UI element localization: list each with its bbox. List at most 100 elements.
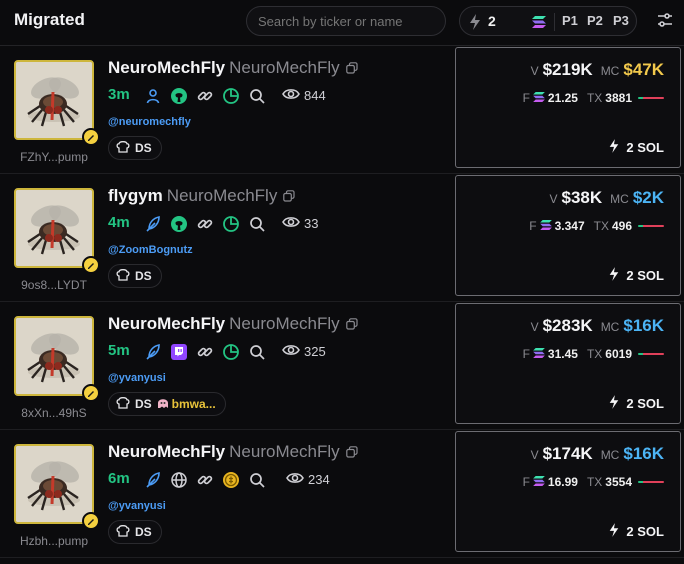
- copy-icon[interactable]: [283, 187, 295, 207]
- twitch-icon[interactable]: [170, 343, 188, 361]
- token-name-line: flygym NeuroMechFly: [108, 186, 295, 207]
- dex-tag[interactable]: DS bmwa...: [108, 392, 226, 416]
- ghost-icon: [157, 397, 169, 412]
- dex-tag[interactable]: DS: [108, 520, 162, 544]
- fees-tx-line: F 21.25 TX 3881: [517, 91, 664, 105]
- volume-value: $219K: [542, 60, 593, 79]
- preset-p2-button[interactable]: P2: [587, 13, 603, 28]
- solana-icon: [532, 15, 546, 33]
- twitter-handle[interactable]: @yvanyusi: [108, 372, 166, 384]
- quick-buy-button[interactable]: 2 SOL: [608, 138, 664, 157]
- feather-icon[interactable]: [144, 215, 162, 233]
- preset-p1-button[interactable]: P1: [562, 13, 578, 28]
- token-address[interactable]: Hzbh...pump: [0, 534, 108, 548]
- bolt-icon: [608, 522, 620, 541]
- views-count: 325: [304, 344, 326, 359]
- token-subname: NeuroMechFly: [229, 314, 340, 333]
- tx-label: TX: [586, 91, 603, 105]
- quick-buy-button[interactable]: 2 SOL: [608, 394, 664, 413]
- mc-label: MC: [600, 448, 620, 462]
- twitter-handle[interactable]: @ZoomBognutz: [108, 244, 193, 256]
- token-avatar[interactable]: [14, 60, 94, 140]
- search-icon[interactable]: [248, 215, 266, 233]
- token-address[interactable]: FZhY...pump: [0, 150, 108, 164]
- feather-icon[interactable]: [144, 343, 162, 361]
- search-icon[interactable]: [248, 87, 266, 105]
- dev-tag-label: bmwa...: [171, 397, 216, 411]
- mc-value: $2K: [632, 188, 664, 207]
- tag-label: DS: [135, 269, 152, 283]
- token-subname: NeuroMechFly: [229, 58, 340, 77]
- user-icon[interactable]: [144, 87, 162, 105]
- views-counter: 325: [282, 343, 326, 360]
- github-icon[interactable]: [170, 87, 188, 105]
- volume-value: $38K: [561, 188, 603, 207]
- link-icon[interactable]: [196, 471, 214, 489]
- dex-tag[interactable]: DS: [108, 264, 162, 288]
- tx-value: 6019: [605, 347, 632, 361]
- token-stats-card[interactable]: V $219K MC $47K F 21.25 TX 3881 2 SOL: [455, 47, 681, 168]
- views-counter: 234: [286, 471, 330, 488]
- pie-icon[interactable]: [222, 343, 240, 361]
- search-input[interactable]: [246, 6, 446, 36]
- token-stats-card[interactable]: V $283K MC $16K F 31.45 TX 6019 2 SOL: [455, 303, 681, 424]
- buy-sell-ratio-bar: [638, 353, 664, 355]
- quick-buy-amount[interactable]: 2: [488, 13, 496, 29]
- quick-buy-button[interactable]: 2 SOL: [608, 266, 664, 285]
- token-stats-card[interactable]: V $174K MC $16K F 16.99 TX 3554 2 SOL: [455, 431, 681, 552]
- token-avatar[interactable]: [14, 444, 94, 524]
- github-icon[interactable]: [170, 215, 188, 233]
- search-icon[interactable]: [248, 343, 266, 361]
- globe-icon[interactable]: [170, 471, 188, 489]
- volume-label: V: [530, 448, 539, 462]
- preset-p3-button[interactable]: P3: [613, 13, 629, 28]
- token-stats-card[interactable]: V $38K MC $2K F 3.347 TX 496 2 SOL: [455, 175, 681, 296]
- chef-hat-icon: [116, 396, 130, 412]
- copy-icon[interactable]: [345, 59, 358, 79]
- token-avatar[interactable]: [14, 316, 94, 396]
- fees-value: 31.45: [547, 347, 578, 361]
- dex-tag[interactable]: DS: [108, 136, 162, 160]
- mc-value: $16K: [623, 316, 664, 335]
- tx-label: TX: [586, 475, 603, 489]
- social-links: [144, 214, 266, 234]
- token-name: NeuroMechFly: [108, 58, 226, 77]
- token-name-line: NeuroMechFly NeuroMechFly: [108, 442, 358, 463]
- token-name-line: NeuroMechFly NeuroMechFly: [108, 314, 358, 335]
- volume-label: V: [530, 64, 539, 78]
- fees-tx-line: F 31.45 TX 6019: [517, 347, 664, 361]
- token-age: 6m: [108, 470, 130, 487]
- feather-icon[interactable]: [144, 471, 162, 489]
- link-icon[interactable]: [196, 343, 214, 361]
- mc-label: MC: [600, 320, 620, 334]
- header: Migrated 2 P1 P2 P3: [0, 0, 684, 46]
- bolt-icon: [608, 266, 620, 285]
- mc-value: $16K: [623, 444, 664, 463]
- dev-tag: bmwa...: [157, 397, 216, 412]
- link-icon[interactable]: [196, 215, 214, 233]
- filter-settings-icon[interactable]: [656, 11, 674, 34]
- search-icon[interactable]: [248, 471, 266, 489]
- token-name-line: NeuroMechFly NeuroMechFly: [108, 58, 358, 79]
- volume-value: $283K: [542, 316, 593, 335]
- eye-icon: [282, 87, 300, 104]
- copy-icon[interactable]: [345, 315, 358, 335]
- fees-value: 16.99: [547, 475, 578, 489]
- tag-label: DS: [135, 397, 152, 411]
- twitter-handle[interactable]: @neuromechfly: [108, 116, 191, 128]
- token-address[interactable]: 9os8...LYDT: [0, 278, 108, 292]
- quick-buy-button[interactable]: 2 SOL: [608, 522, 664, 541]
- solana-icon: [533, 475, 545, 489]
- divider: [554, 13, 555, 31]
- pie-icon[interactable]: [222, 87, 240, 105]
- chef-hat-icon: [116, 524, 130, 540]
- quick-buy-panel: 2 P1 P2 P3: [459, 6, 637, 36]
- twitter-handle[interactable]: @yvanyusi: [108, 500, 166, 512]
- link-icon[interactable]: [196, 87, 214, 105]
- pie-icon[interactable]: [222, 215, 240, 233]
- token-address[interactable]: 8xXn...49hS: [0, 406, 108, 420]
- buy-sell-ratio-bar: [638, 481, 664, 483]
- coin-icon[interactable]: [222, 471, 240, 489]
- token-avatar[interactable]: [14, 188, 94, 268]
- copy-icon[interactable]: [345, 443, 358, 463]
